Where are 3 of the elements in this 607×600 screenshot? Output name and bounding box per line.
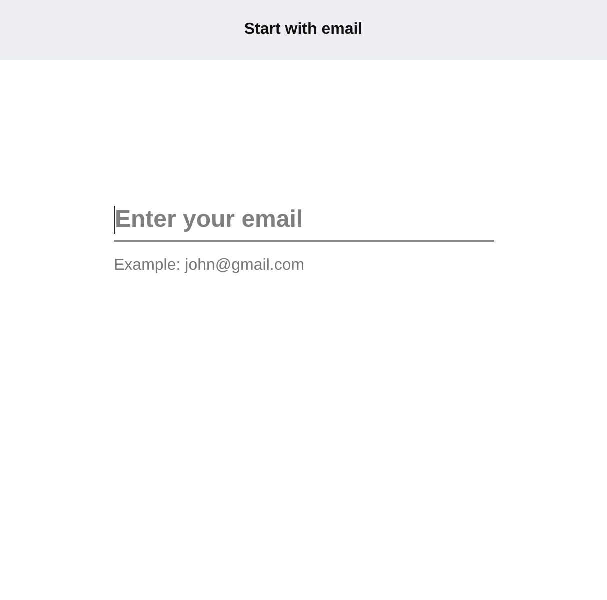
page-title: Start with email: [244, 21, 363, 39]
email-field[interactable]: Enter your email: [114, 200, 494, 242]
example-hint: Example: john@gmail.com: [114, 257, 305, 275]
